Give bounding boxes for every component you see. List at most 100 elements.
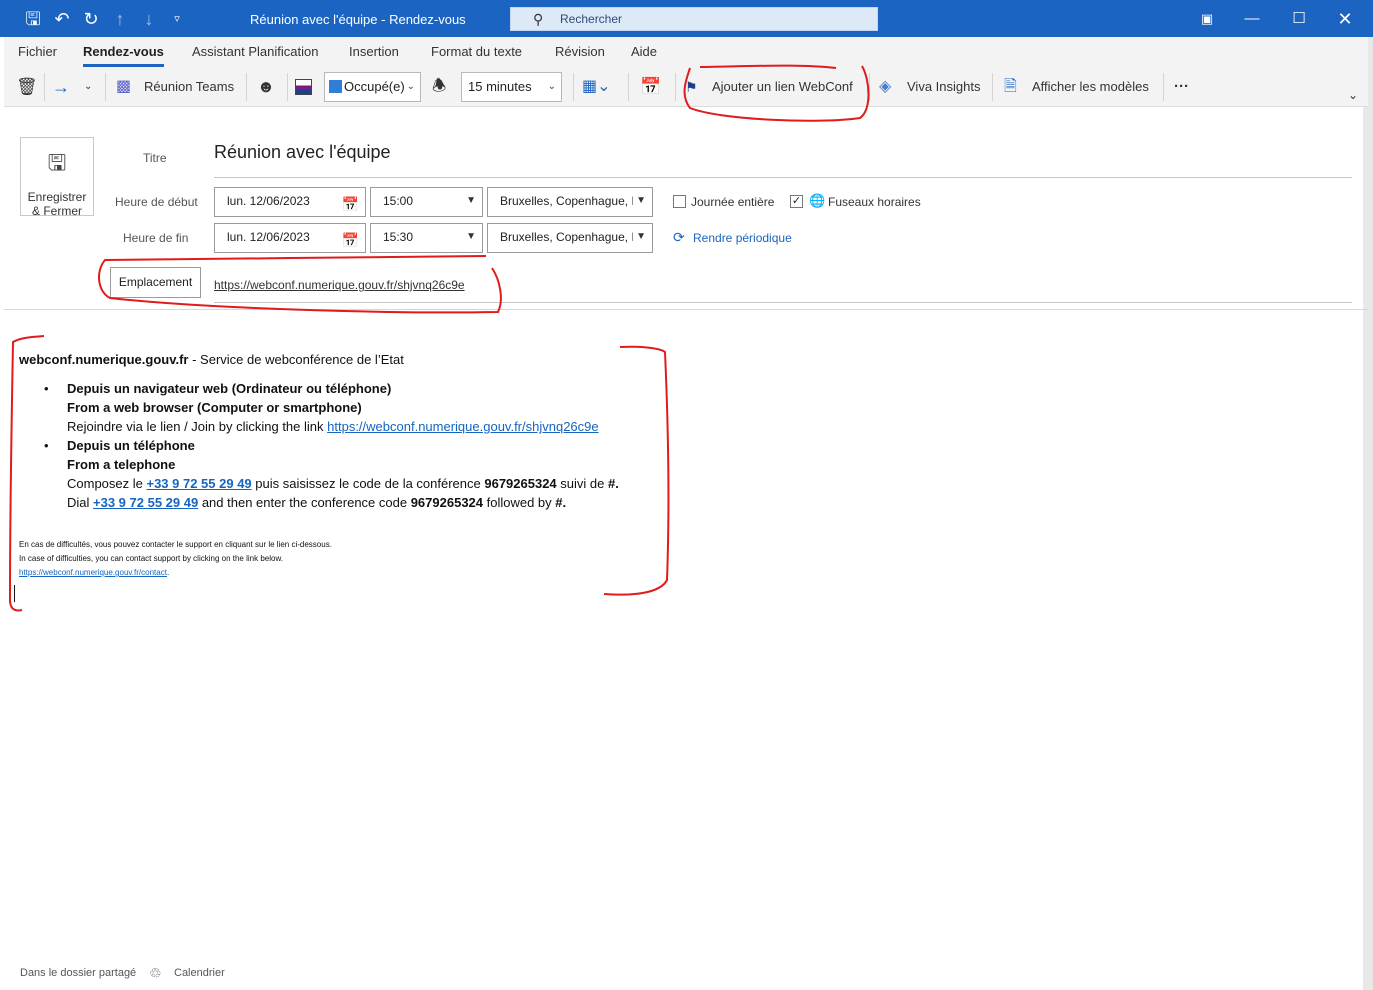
start-time-dropdown[interactable]: 15:00 ▼ [370,187,483,217]
status-color-icon [329,80,342,93]
save-and-close-button[interactable]: 🖫 Enregistrer & Fermer [20,137,94,218]
support-fr: En cas de difficultés, vous pouvez conta… [19,540,332,549]
dial-fr-middle: puis saisissez le code de la conférence [251,476,485,491]
dial-fr-prefix: Composez le [67,476,147,491]
ribbon-divider [246,73,247,101]
start-label: Heure de début [115,195,198,209]
all-day-checkbox[interactable] [673,195,686,208]
join-link-text: Rejoindre via le lien / Join by clicking… [67,419,328,434]
redo-icon[interactable]: ↻ [78,6,104,32]
background-strip [1363,0,1373,990]
calendar-picker-icon[interactable]: 📅 [342,191,359,217]
message-body[interactable]: webconf.numerique.gouv.fr - Service de w… [19,350,619,580]
list-item: • Depuis un téléphone From a telephone C… [44,436,619,512]
calendar-icon[interactable]: 📅 [640,73,661,101]
collapse-ribbon-icon[interactable]: ⌄ [1348,81,1358,109]
undo-icon[interactable]: ↶ [49,6,75,32]
show-templates-button[interactable]: Afficher les modèles [1032,73,1149,101]
ribbon-divider [573,73,574,101]
tab-fichier[interactable]: Fichier [18,44,57,59]
tab-assistant-planification[interactable]: Assistant Planification [192,44,318,59]
reminder-dropdown[interactable]: 15 minutes ⌄ [461,72,562,102]
site-description: - Service de webconférence de l’Etat [188,352,404,367]
timezones-checkbox[interactable]: ✓ [790,195,803,208]
end-time-dropdown[interactable]: 15:30 ▼ [370,223,483,253]
title-input[interactable]: Réunion avec l'équipe [214,142,391,163]
close-icon[interactable]: ✕ [1330,6,1360,32]
add-webconf-link-button[interactable]: Ajouter un lien WebConf [712,73,853,101]
dial-en-suffix: followed by [483,495,556,510]
phone-link[interactable]: +33 9 72 55 29 49 [93,495,198,510]
chevron-down-icon: ▼ [633,224,646,250]
end-timezone-value: Bruxelles, Copenhague, I [500,230,635,244]
phone-link[interactable]: +33 9 72 55 29 49 [146,476,251,491]
browser-en-line: From a web browser (Computer or smartpho… [67,400,362,415]
chevron-down-icon: ⌄ [547,81,556,92]
ribbon-divider [1163,73,1164,101]
bullet-icon: • [44,381,49,396]
arrow-up-icon[interactable]: ↑ [107,6,133,32]
end-timezone-dropdown[interactable]: Bruxelles, Copenhague, I ▼ [487,223,653,253]
ribbon-divider [44,73,45,101]
location-underline [214,302,1352,303]
start-date-value: lun. 12/06/2023 [227,194,310,208]
title-underline [214,177,1352,178]
shared-calendar-icon: ♲ [149,965,162,981]
invite-attendees-icon[interactable]: ☻ [257,73,275,101]
teams-meeting-button[interactable]: Réunion Teams [144,73,234,101]
support-link[interactable]: https://webconf.numerique.gouv.fr/contac… [19,568,167,577]
tab-aide[interactable]: Aide [631,44,657,59]
join-link[interactable]: https://webconf.numerique.gouv.fr/shjvnq… [327,419,598,434]
tab-format-du-texte[interactable]: Format du texte [431,44,522,59]
start-date-picker[interactable]: lun. 12/06/2023 📅 [214,187,366,217]
reminder-value: 15 minutes [468,79,532,94]
forward-dropdown-icon[interactable]: ⌄ [84,73,92,101]
text-cursor [14,585,15,602]
chevron-down-icon: ▼ [466,231,476,242]
ribbon-display-icon[interactable]: ▣ [1192,6,1222,32]
templates-icon: 🗎 [1004,78,1017,95]
tab-insertion[interactable]: Insertion [349,44,399,59]
start-timezone-value: Bruxelles, Copenhague, I [500,194,635,208]
browser-fr-line: Depuis un navigateur web (Ordinateur ou … [67,381,392,396]
maximize-icon[interactable]: ☐ [1284,6,1314,32]
delete-icon[interactable]: 🗑 [16,73,38,101]
start-timezone-dropdown[interactable]: Bruxelles, Copenhague, I ▼ [487,187,653,217]
support-note: En cas de difficultés, vous pouvez conta… [19,538,619,580]
minimize-icon[interactable]: — [1237,6,1267,32]
status-dropdown[interactable]: Occupé(e) ⌄ [324,72,421,102]
arrow-down-icon[interactable]: ↓ [136,6,162,32]
support-dot: . [166,568,170,577]
color-swatch-icon [295,79,312,95]
hash-key: #. [607,476,619,491]
location-button[interactable]: Emplacement [110,267,201,298]
site-name: webconf.numerique.gouv.fr [19,352,189,367]
make-recurring-button[interactable]: Rendre périodique [693,231,792,245]
ribbon: 🗑 → ⌄ ▩ Réunion Teams ☻ Occupé(e) ⌄ 🕭 15… [4,67,1368,107]
search-box[interactable]: ⚲ Rechercher [510,7,878,31]
tab-revision[interactable]: Révision [555,44,605,59]
show-as-color-icon[interactable] [295,73,313,101]
customize-toolbar-icon[interactable]: ▿ [164,6,190,32]
ribbon-divider [992,73,993,101]
save-label-2: & Fermer [31,204,82,218]
search-icon: ⚲ [533,11,544,27]
status-value: Occupé(e) [344,79,405,94]
more-options-button[interactable]: ··· [1174,73,1189,101]
recurrence-icon: ⟳ [673,229,685,245]
dial-fr-line: Composez le +33 9 72 55 29 49 puis saisi… [67,474,619,493]
reminder-bell-icon: 🕭 [432,78,447,95]
support-en: In case of difficulties, you can contact… [19,554,283,563]
forward-icon[interactable]: → [52,73,70,101]
body-separator [4,309,1368,310]
timezones-label: Fuseaux horaires [828,195,921,209]
location-input[interactable]: https://webconf.numerique.gouv.fr/shjvnq… [214,278,465,292]
tab-rendez-vous[interactable]: Rendez-vous [83,44,164,67]
viva-insights-button[interactable]: Viva Insights [907,73,980,101]
globe-icon: 🌐 [809,193,826,208]
categorize-icon[interactable]: ▦⌄ [582,73,611,101]
save-icon[interactable]: 🖫 [20,6,46,32]
end-date-picker[interactable]: lun. 12/06/2023 📅 [214,223,366,253]
calendar-picker-icon[interactable]: 📅 [342,227,359,253]
shared-folder-label: Dans le dossier partagé [20,967,137,979]
